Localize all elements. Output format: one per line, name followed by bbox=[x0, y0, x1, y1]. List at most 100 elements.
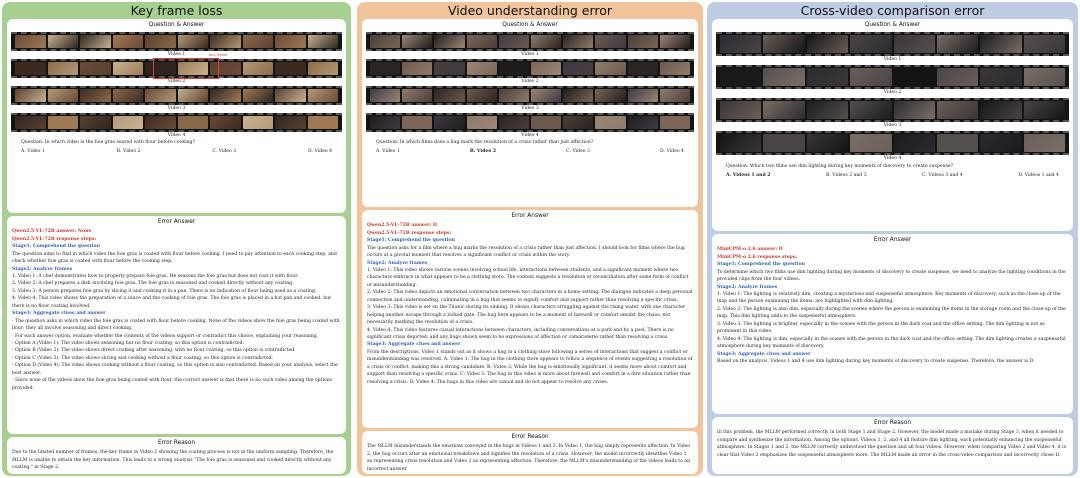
video-frame bbox=[627, 89, 658, 103]
model-answer-line: Qwen2.5-VL-72B response steps: bbox=[367, 230, 452, 236]
error-reason-text: In this problem, the MLLM performed corr… bbox=[717, 430, 1066, 458]
error-answer-panel: Error Answer MiniCPM-o 2.6 answer: D Mini… bbox=[712, 234, 1073, 414]
video-frame bbox=[370, 62, 401, 76]
option-c: C. Videos 3 and 4 bbox=[922, 173, 963, 179]
video-frame bbox=[627, 35, 658, 49]
video-frame bbox=[80, 62, 111, 76]
video-frame bbox=[980, 35, 1022, 54]
video-frame bbox=[563, 89, 594, 103]
option-a: A. Video 1 bbox=[376, 149, 400, 155]
video-frame bbox=[563, 35, 594, 49]
video-frame bbox=[1023, 134, 1065, 153]
film-strip bbox=[366, 32, 694, 52]
stage-text: 3. Video 3: The lighting is brighter, es… bbox=[717, 321, 1045, 335]
video-frame bbox=[307, 89, 338, 103]
stage-text: The question aims to find in which video… bbox=[12, 251, 337, 265]
video-frame bbox=[275, 35, 306, 49]
video-frame bbox=[980, 134, 1022, 153]
qa-panel: Question & Answer Video 1 Video 2 Video 3 V… bbox=[712, 19, 1073, 231]
film-strip bbox=[366, 113, 694, 133]
error-reason-panel: Error Reason Due to the limited number o… bbox=[7, 437, 346, 474]
video-frame bbox=[80, 35, 111, 49]
video-frame bbox=[15, 62, 46, 76]
video-frame bbox=[498, 116, 530, 130]
stage-text: - Option B (Video 2): The video shows di… bbox=[12, 348, 296, 354]
video-label: Video 2 bbox=[521, 79, 539, 85]
video-frame bbox=[720, 134, 762, 153]
video-frame bbox=[80, 89, 111, 103]
stage-title: Stage2: Analyze frames bbox=[12, 266, 73, 272]
video-frame bbox=[659, 116, 691, 130]
video-frame bbox=[893, 101, 935, 120]
stage-text: - For each answer option, evaluate wheth… bbox=[12, 333, 319, 339]
error-reason-title: Error Reason bbox=[157, 440, 196, 446]
video-frame bbox=[850, 68, 892, 87]
video-label: Video 3 bbox=[521, 106, 539, 112]
film-strip bbox=[716, 32, 1069, 57]
video-label: Video 3 bbox=[883, 123, 902, 129]
video-frame bbox=[595, 116, 626, 130]
video-frame bbox=[145, 35, 176, 49]
video-frame bbox=[145, 116, 176, 130]
option-b: B. Video 2 bbox=[469, 149, 497, 155]
column-title: Key frame loss bbox=[130, 3, 223, 18]
key-frame-label: Key frame bbox=[209, 53, 228, 58]
video-frame bbox=[275, 116, 306, 130]
video-frame bbox=[595, 35, 626, 49]
video-frame bbox=[177, 89, 208, 103]
film-strip bbox=[366, 86, 694, 106]
video-frame bbox=[370, 35, 401, 49]
film-strip bbox=[11, 32, 342, 52]
film-strip bbox=[716, 98, 1069, 123]
stage-text: To determine which two films use dim lig… bbox=[717, 269, 1066, 283]
video-frame bbox=[402, 116, 433, 130]
video-frame bbox=[177, 116, 208, 130]
video-frame bbox=[563, 116, 594, 130]
video-frame bbox=[936, 134, 979, 153]
video-label: Video 4 bbox=[167, 133, 186, 139]
stage-title: Stage3: Aggregate clues and answer bbox=[717, 351, 811, 357]
video-label: Video 4 bbox=[883, 156, 902, 162]
video-frame bbox=[80, 116, 111, 130]
video-frame bbox=[1023, 68, 1065, 87]
question-text: Question: In which films does a hug mark… bbox=[376, 140, 594, 146]
video-frame bbox=[659, 89, 691, 103]
video-frame bbox=[15, 116, 46, 130]
video-frame bbox=[15, 89, 46, 103]
film-strip: Key frame bbox=[11, 53, 342, 80]
video-frame bbox=[177, 35, 208, 49]
video-frame bbox=[531, 89, 562, 103]
video-frame bbox=[275, 89, 306, 103]
stage-text: 2. Video 2: A chef prepares a dish invol… bbox=[12, 281, 294, 287]
video-frame bbox=[210, 35, 241, 49]
video-label: Video 1 bbox=[521, 52, 539, 58]
video-frame bbox=[595, 62, 626, 76]
video-label: Video 1 bbox=[167, 52, 186, 58]
video-frame bbox=[307, 35, 338, 49]
qa-panel: Question & Answer Video 1 Key frame Video … bbox=[7, 19, 346, 213]
video-frame bbox=[402, 62, 433, 76]
stage-text: 1. Video 1: A chef demonstrates how to p… bbox=[12, 274, 299, 280]
option-a: A. Video 1 bbox=[21, 149, 45, 155]
column-video-understanding-error: Video understanding error Question & Ans… bbox=[357, 2, 703, 476]
video-frame bbox=[466, 89, 497, 103]
qa-panel: Question & Answer Video 1 Video 2 Video 3 V… bbox=[362, 19, 698, 207]
video-frame bbox=[498, 35, 530, 49]
stage-title: Stage1: Comprehend the question bbox=[12, 244, 100, 250]
video-frame bbox=[720, 35, 762, 54]
error-answer-title: Error Answer bbox=[873, 237, 912, 243]
option-c: C. Video 3 bbox=[566, 149, 590, 155]
video-frame bbox=[893, 134, 935, 153]
option-d: D. Video 4 bbox=[308, 149, 332, 155]
stage-text: 2. Video 2: The lighting is also dim, es… bbox=[717, 306, 1066, 320]
video-frame bbox=[806, 68, 849, 87]
error-reason-panel: Error Reason In this problem, the MLLM p… bbox=[712, 417, 1073, 474]
video-frame bbox=[242, 62, 273, 76]
answer-options: A. Video 1 B. Video 2 C. Video 3 D. Vide… bbox=[7, 147, 346, 155]
video-frame bbox=[498, 62, 530, 76]
video-frame bbox=[275, 62, 306, 76]
video-frame bbox=[47, 35, 78, 49]
video-frame bbox=[936, 68, 979, 87]
model-answer-line: Qwen2.5-VL-72B answer: D bbox=[367, 223, 437, 229]
video-frame bbox=[627, 116, 658, 130]
